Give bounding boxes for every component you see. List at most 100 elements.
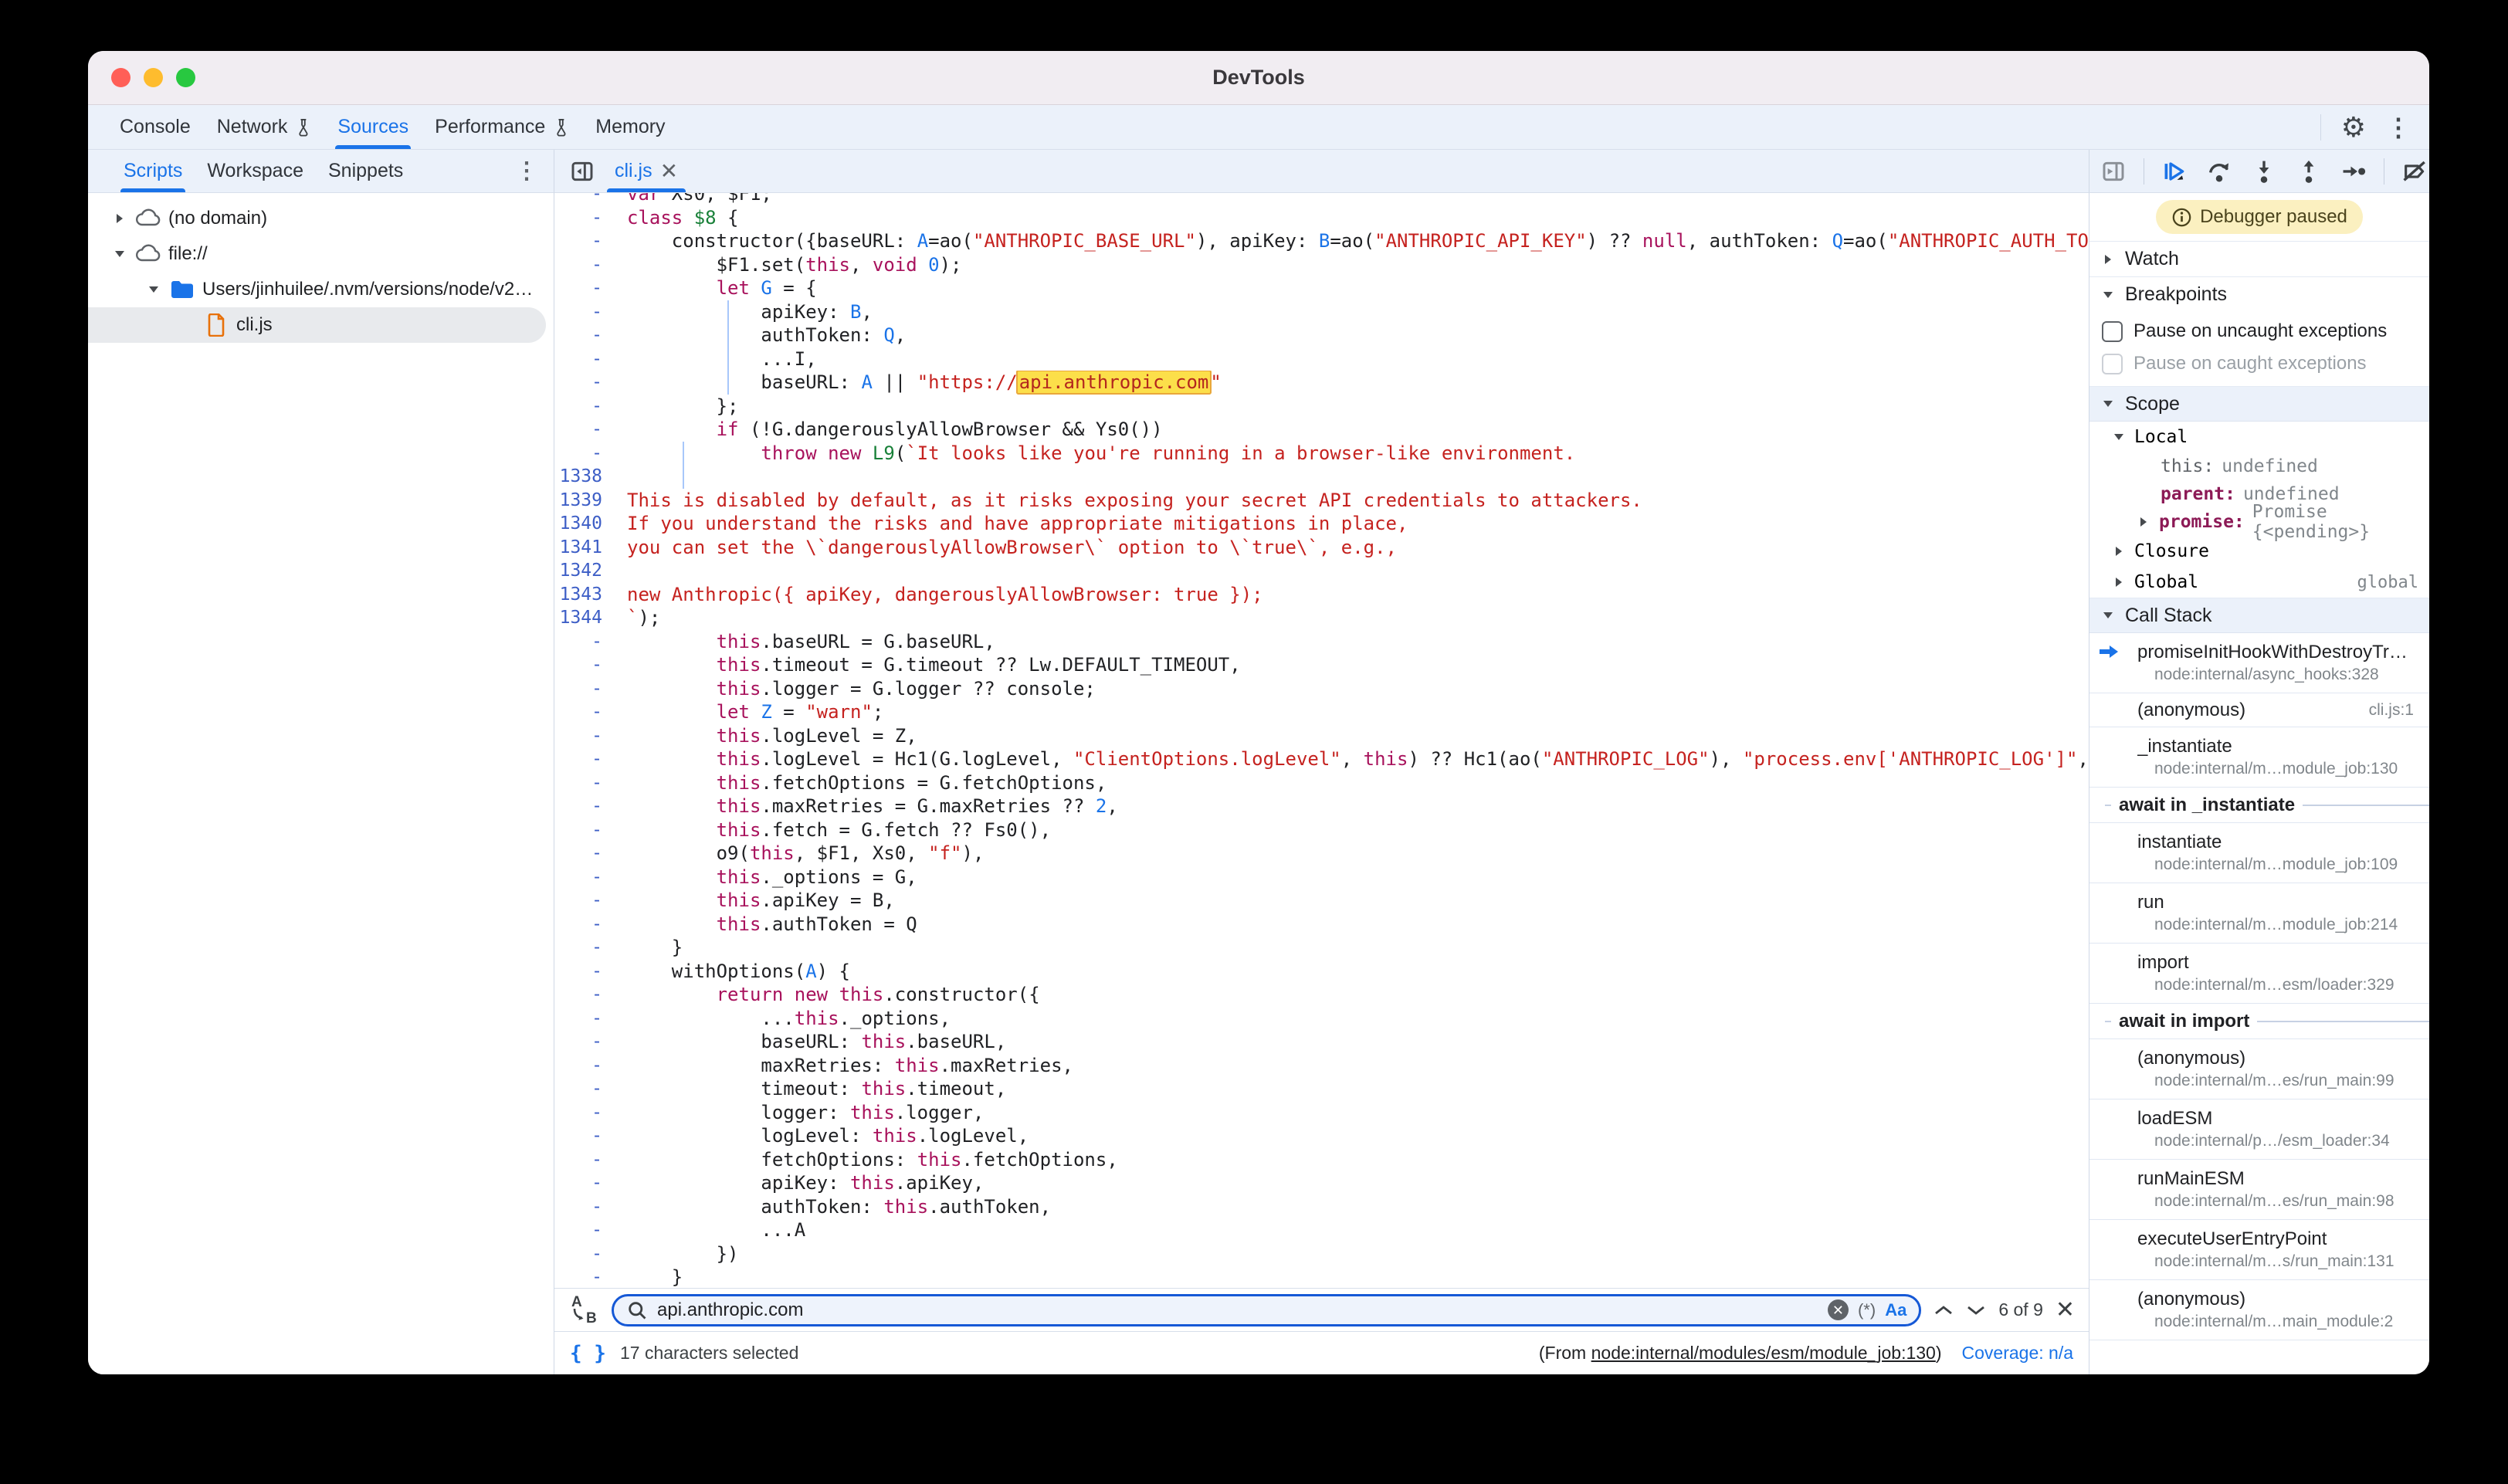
code-line[interactable]: - this.fetchOptions = G.fetchOptions,	[554, 771, 2089, 795]
code-line[interactable]: - this.apiKey = B,	[554, 889, 2089, 913]
zoom-window-button[interactable]	[176, 68, 195, 87]
coverage-link[interactable]: Coverage: n/a	[1962, 1343, 2073, 1364]
line-number[interactable]: 1339	[554, 489, 615, 513]
toggle-sidebar-panel-icon[interactable]	[2099, 156, 2128, 187]
line-number[interactable]: -	[554, 418, 615, 442]
line-number[interactable]: -	[554, 630, 615, 654]
step-into-icon[interactable]	[2249, 156, 2279, 187]
tab-console[interactable]: Console	[107, 105, 204, 149]
line-number[interactable]: -	[554, 1265, 615, 1288]
code-line[interactable]: - timeout: this.timeout,	[554, 1077, 2089, 1101]
line-number[interactable]: -	[554, 1242, 615, 1266]
tab-network[interactable]: Network	[204, 105, 325, 149]
checkbox-box[interactable]	[2102, 321, 2123, 342]
step-icon[interactable]	[2339, 156, 2368, 187]
callstack-frame[interactable]: (anonymous)node:internal/m…es/run_main:9…	[2089, 1039, 2429, 1099]
code-line[interactable]: 1339This is disabled by default, as it r…	[554, 489, 2089, 513]
line-number[interactable]: -	[554, 1054, 615, 1078]
pretty-print-icon[interactable]: { }	[570, 1342, 606, 1365]
line-number[interactable]: -	[554, 1007, 615, 1031]
code-line[interactable]: - }	[554, 1265, 2089, 1288]
code-line[interactable]: - this._options = G,	[554, 866, 2089, 889]
code-line[interactable]: - }	[554, 936, 2089, 960]
scope-variable-promise[interactable]: promise:Promise {<pending>}	[2089, 508, 2429, 536]
callstack-frame[interactable]: runMainESMnode:internal/m…es/run_main:98	[2089, 1160, 2429, 1220]
navigator-tab-snippets[interactable]: Snippets	[316, 150, 415, 192]
line-number[interactable]: -	[554, 889, 615, 913]
code-line[interactable]: - apiKey: B,	[554, 300, 2089, 324]
code-line[interactable]: - ...this._options,	[554, 1007, 2089, 1031]
code-line[interactable]: - baseURL: A || "https://api.anthropic.c…	[554, 371, 2089, 395]
checkbox-pause-on-uncaught-exceptions[interactable]: Pause on uncaught exceptions	[2089, 315, 2429, 347]
line-number[interactable]: -	[554, 1195, 615, 1219]
source-origin-link[interactable]: node:internal/modules/esm/module_job:130	[1591, 1343, 1936, 1363]
code-line[interactable]: - withOptions(A) {	[554, 960, 2089, 984]
line-number[interactable]: -	[554, 1030, 615, 1054]
toggle-navigator-panel-icon[interactable]	[567, 156, 598, 187]
callstack-section-header[interactable]: Call Stack	[2089, 598, 2429, 633]
code-line[interactable]: - maxRetries: this.maxRetries,	[554, 1054, 2089, 1078]
code-line[interactable]: 1342	[554, 559, 2089, 583]
line-number[interactable]: 1342	[554, 559, 615, 583]
code-line[interactable]: - logger: this.logger,	[554, 1101, 2089, 1125]
step-out-icon[interactable]	[2294, 156, 2323, 187]
line-number[interactable]: -	[554, 276, 615, 300]
close-tab-icon[interactable]: ✕	[660, 158, 678, 184]
code-line[interactable]: 1338	[554, 465, 2089, 489]
tree-item-users-jinhuilee-nvm-versions-node-v2-[interactable]: Users/jinhuilee/.nvm/versions/node/v2…	[88, 272, 554, 307]
line-number[interactable]: -	[554, 193, 615, 206]
code-line[interactable]: - throw new L9(`It looks like you're run…	[554, 442, 2089, 466]
tree-item--no-domain-[interactable]: (no domain)	[88, 201, 554, 236]
scope-section-header[interactable]: Scope	[2089, 386, 2429, 422]
callstack-frame[interactable]: loadESMnode:internal/p…/esm_loader:34	[2089, 1099, 2429, 1160]
code-line[interactable]: - this.timeout = G.timeout ?? Lw.DEFAULT…	[554, 653, 2089, 677]
line-number[interactable]: -	[554, 1124, 615, 1148]
line-number[interactable]: -	[554, 913, 615, 937]
code-line[interactable]: - ...I,	[554, 347, 2089, 371]
line-number[interactable]: -	[554, 795, 615, 818]
code-line[interactable]: - ...A	[554, 1218, 2089, 1242]
line-number[interactable]: -	[554, 1077, 615, 1101]
line-number[interactable]: -	[554, 442, 615, 466]
line-number[interactable]: -	[554, 653, 615, 677]
resume-script-icon[interactable]	[2160, 156, 2189, 187]
callstack-frame[interactable]: executeUserEntryPointnode:internal/m…s/r…	[2089, 1220, 2429, 1280]
line-number[interactable]: -	[554, 253, 615, 277]
code-line[interactable]: -var Xs0, $F1;	[554, 193, 2089, 206]
clear-search-icon[interactable]: ✕	[1828, 1299, 1849, 1320]
code-line[interactable]: - this.logLevel = Z,	[554, 724, 2089, 748]
code-line[interactable]: - this.logLevel = Hc1(G.logLevel, "Clien…	[554, 747, 2089, 771]
scope-section-global[interactable]: Globalglobal	[2089, 567, 2429, 598]
scope-variable-this[interactable]: this:undefined	[2089, 452, 2429, 480]
more-options-icon[interactable]: ⋮	[2386, 113, 2411, 142]
code-line[interactable]: 1340If you understand the risks and have…	[554, 512, 2089, 536]
file-tab-clijs[interactable]: cli.js ✕	[604, 150, 689, 192]
code-line[interactable]: - this.maxRetries = G.maxRetries ?? 2,	[554, 795, 2089, 818]
code-line[interactable]: -class $8 {	[554, 206, 2089, 230]
code-line[interactable]: - this.logger = G.logger ?? console;	[554, 677, 2089, 701]
line-number[interactable]: -	[554, 818, 615, 842]
code-line[interactable]: 1344`);	[554, 606, 2089, 630]
line-number[interactable]: -	[554, 1218, 615, 1242]
chevron-right-icon[interactable]	[108, 212, 131, 225]
close-window-button[interactable]	[111, 68, 130, 87]
watch-section-header[interactable]: Watch	[2089, 241, 2429, 276]
code-line[interactable]: - if (!G.dangerouslyAllowBrowser && Ys0(…	[554, 418, 2089, 442]
callstack-frame[interactable]: promiseInitHookWithDestroyTr…node:intern…	[2089, 633, 2429, 693]
code-line[interactable]: - $F1.set(this, void 0);	[554, 253, 2089, 277]
line-number[interactable]: -	[554, 724, 615, 748]
line-number[interactable]: -	[554, 371, 615, 395]
line-number[interactable]: -	[554, 960, 615, 984]
line-number[interactable]: -	[554, 700, 615, 724]
code-line[interactable]: 1343new Anthropic({ apiKey, dangerouslyA…	[554, 583, 2089, 607]
code-line[interactable]: - let Z = "warn";	[554, 700, 2089, 724]
tab-memory[interactable]: Memory	[582, 105, 678, 149]
close-find-bar-icon[interactable]: ✕	[2056, 1299, 2075, 1322]
callstack-frame[interactable]: importnode:internal/m…esm/loader:329	[2089, 944, 2429, 1004]
code-line[interactable]: - o9(this, $F1, Xs0, "f"),	[554, 842, 2089, 866]
settings-gear-icon[interactable]: ⚙	[2341, 114, 2366, 141]
line-number[interactable]: -	[554, 842, 615, 866]
code-line[interactable]: 1341you can set the \`dangerouslyAllowBr…	[554, 536, 2089, 560]
code-line[interactable]: - fetchOptions: this.fetchOptions,	[554, 1148, 2089, 1172]
line-number[interactable]: 1341	[554, 536, 615, 560]
